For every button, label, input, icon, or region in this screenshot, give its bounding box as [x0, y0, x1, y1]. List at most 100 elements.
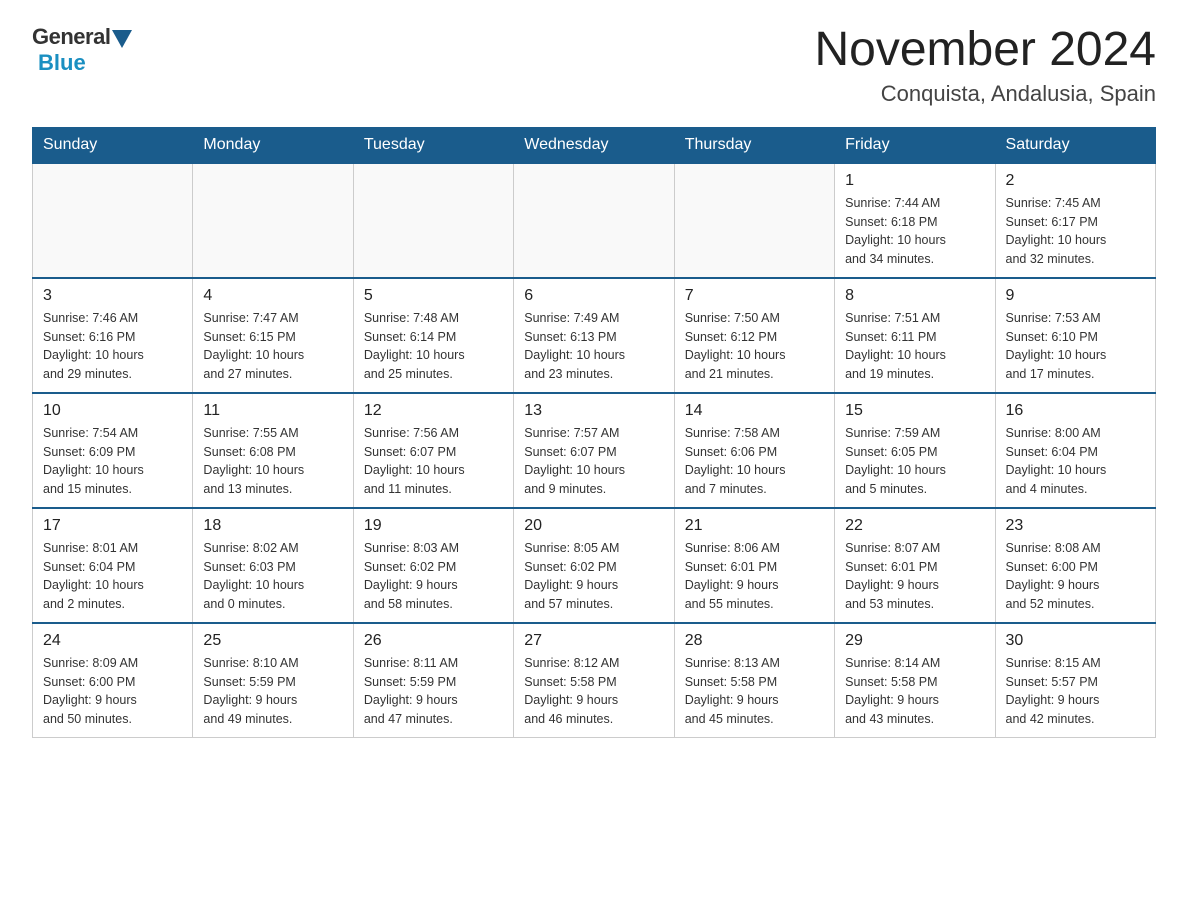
calendar-cell: 16Sunrise: 8:00 AMSunset: 6:04 PMDayligh… — [995, 393, 1155, 508]
calendar-cell: 18 Sunrise: 8:02 AMSunset: 6:03 PMDayligh… — [193, 508, 353, 623]
calendar-cell: 14 Sunrise: 7:58 AMSunset: 6:06 PMDayligh… — [674, 393, 834, 508]
day-number: 26 — [364, 632, 503, 650]
day-info: Sunrise: 7:46 AMSunset: 6:16 PMDaylight:… — [43, 309, 182, 384]
day-number: 13 — [524, 402, 663, 420]
day-info: Sunrise: 7:51 AMSunset: 6:11 PMDaylight:… — [845, 309, 984, 384]
day-info: Sunrise: 7:53 AMSunset: 6:10 PMDaylight:… — [1006, 309, 1145, 384]
week-row-2: 3 Sunrise: 7:46 AMSunset: 6:16 PMDaylight… — [33, 278, 1156, 393]
day-info: Sunrise: 8:01 AMSunset: 6:04 PMDaylight:… — [43, 539, 182, 614]
day-info: Sunrise: 8:05 AMSunset: 6:02 PMDaylight:… — [524, 539, 663, 614]
day-number: 5 — [364, 287, 503, 305]
calendar-cell: 13 Sunrise: 7:57 AMSunset: 6:07 PMDayligh… — [514, 393, 674, 508]
day-number: 22 — [845, 517, 984, 535]
day-number: 15 — [845, 402, 984, 420]
day-info: Sunrise: 7:44 AMSunset: 6:18 PMDaylight:… — [845, 194, 984, 269]
calendar-cell: 6 Sunrise: 7:49 AMSunset: 6:13 PMDaylight… — [514, 278, 674, 393]
day-info: Sunrise: 8:15 AMSunset: 5:57 PMDaylight:… — [1006, 654, 1145, 729]
weekday-header-thursday: Thursday — [674, 127, 834, 163]
week-row-3: 10Sunrise: 7:54 AMSunset: 6:09 PMDayligh… — [33, 393, 1156, 508]
day-info: Sunrise: 7:56 AMSunset: 6:07 PMDaylight:… — [364, 424, 503, 499]
day-info: Sunrise: 7:47 AMSunset: 6:15 PMDaylight:… — [203, 309, 342, 384]
day-number: 18 — [203, 517, 342, 535]
calendar-cell: 1 Sunrise: 7:44 AMSunset: 6:18 PMDaylight… — [835, 163, 995, 278]
day-info: Sunrise: 8:06 AMSunset: 6:01 PMDaylight:… — [685, 539, 824, 614]
weekday-header-monday: Monday — [193, 127, 353, 163]
calendar-table: SundayMondayTuesdayWednesdayThursdayFrid… — [32, 127, 1156, 738]
calendar-cell: 7Sunrise: 7:50 AMSunset: 6:12 PMDaylight… — [674, 278, 834, 393]
weekday-header-friday: Friday — [835, 127, 995, 163]
calendar-cell: 4 Sunrise: 7:47 AMSunset: 6:15 PMDaylight… — [193, 278, 353, 393]
calendar-cell — [353, 163, 513, 278]
day-number: 16 — [1006, 402, 1145, 420]
calendar-cell: 26Sunrise: 8:11 AMSunset: 5:59 PMDayligh… — [353, 623, 513, 738]
week-row-4: 17 Sunrise: 8:01 AMSunset: 6:04 PMDayligh… — [33, 508, 1156, 623]
calendar-cell: 3 Sunrise: 7:46 AMSunset: 6:16 PMDaylight… — [33, 278, 193, 393]
day-number: 30 — [1006, 632, 1145, 650]
day-number: 25 — [203, 632, 342, 650]
calendar-cell: 15 Sunrise: 7:59 AMSunset: 6:05 PMDayligh… — [835, 393, 995, 508]
title-section: November 2024 Conquista, Andalusia, Spai… — [814, 24, 1156, 107]
week-row-1: 1 Sunrise: 7:44 AMSunset: 6:18 PMDaylight… — [33, 163, 1156, 278]
calendar-cell: 28 Sunrise: 8:13 AMSunset: 5:58 PMDayligh… — [674, 623, 834, 738]
day-info: Sunrise: 8:12 AMSunset: 5:58 PMDaylight:… — [524, 654, 663, 729]
weekday-header-wednesday: Wednesday — [514, 127, 674, 163]
day-info: Sunrise: 7:58 AMSunset: 6:06 PMDaylight:… — [685, 424, 824, 499]
calendar-cell: 29 Sunrise: 8:14 AMSunset: 5:58 PMDayligh… — [835, 623, 995, 738]
weekday-header-saturday: Saturday — [995, 127, 1155, 163]
day-info: Sunrise: 7:55 AMSunset: 6:08 PMDaylight:… — [203, 424, 342, 499]
weekday-header-sunday: Sunday — [33, 127, 193, 163]
logo: General Blue — [32, 24, 132, 76]
day-number: 6 — [524, 287, 663, 305]
day-info: Sunrise: 7:57 AMSunset: 6:07 PMDaylight:… — [524, 424, 663, 499]
day-number: 9 — [1006, 287, 1145, 305]
day-info: Sunrise: 8:10 AMSunset: 5:59 PMDaylight:… — [203, 654, 342, 729]
page-header: General Blue November 2024 Conquista, An… — [32, 24, 1156, 107]
week-row-5: 24 Sunrise: 8:09 AMSunset: 6:00 PMDayligh… — [33, 623, 1156, 738]
day-number: 1 — [845, 172, 984, 190]
calendar-cell: 23Sunrise: 8:08 AMSunset: 6:00 PMDayligh… — [995, 508, 1155, 623]
calendar-cell — [33, 163, 193, 278]
calendar-cell: 5Sunrise: 7:48 AMSunset: 6:14 PMDaylight… — [353, 278, 513, 393]
day-number: 19 — [364, 517, 503, 535]
calendar-cell: 20 Sunrise: 8:05 AMSunset: 6:02 PMDayligh… — [514, 508, 674, 623]
day-info: Sunrise: 8:03 AMSunset: 6:02 PMDaylight:… — [364, 539, 503, 614]
day-info: Sunrise: 7:54 AMSunset: 6:09 PMDaylight:… — [43, 424, 182, 499]
calendar-cell: 22Sunrise: 8:07 AMSunset: 6:01 PMDayligh… — [835, 508, 995, 623]
day-info: Sunrise: 8:13 AMSunset: 5:58 PMDaylight:… — [685, 654, 824, 729]
calendar-cell: 24 Sunrise: 8:09 AMSunset: 6:00 PMDayligh… — [33, 623, 193, 738]
day-info: Sunrise: 7:49 AMSunset: 6:13 PMDaylight:… — [524, 309, 663, 384]
weekday-header-row: SundayMondayTuesdayWednesdayThursdayFrid… — [33, 127, 1156, 163]
day-info: Sunrise: 7:45 AMSunset: 6:17 PMDaylight:… — [1006, 194, 1145, 269]
day-number: 4 — [203, 287, 342, 305]
calendar-cell: 2 Sunrise: 7:45 AMSunset: 6:17 PMDaylight… — [995, 163, 1155, 278]
calendar-cell: 11 Sunrise: 7:55 AMSunset: 6:08 PMDayligh… — [193, 393, 353, 508]
weekday-header-tuesday: Tuesday — [353, 127, 513, 163]
calendar-cell: 17 Sunrise: 8:01 AMSunset: 6:04 PMDayligh… — [33, 508, 193, 623]
day-number: 28 — [685, 632, 824, 650]
day-info: Sunrise: 8:09 AMSunset: 6:00 PMDaylight:… — [43, 654, 182, 729]
day-number: 12 — [364, 402, 503, 420]
calendar-cell: 30 Sunrise: 8:15 AMSunset: 5:57 PMDayligh… — [995, 623, 1155, 738]
day-info: Sunrise: 7:50 AMSunset: 6:12 PMDaylight:… — [685, 309, 824, 384]
day-number: 29 — [845, 632, 984, 650]
day-info: Sunrise: 7:59 AMSunset: 6:05 PMDaylight:… — [845, 424, 984, 499]
day-number: 14 — [685, 402, 824, 420]
day-number: 20 — [524, 517, 663, 535]
calendar-cell — [674, 163, 834, 278]
calendar-cell — [514, 163, 674, 278]
day-number: 24 — [43, 632, 182, 650]
day-number: 21 — [685, 517, 824, 535]
calendar-cell: 25 Sunrise: 8:10 AMSunset: 5:59 PMDayligh… — [193, 623, 353, 738]
day-info: Sunrise: 8:14 AMSunset: 5:58 PMDaylight:… — [845, 654, 984, 729]
day-number: 3 — [43, 287, 182, 305]
day-number: 11 — [203, 402, 342, 420]
day-info: Sunrise: 8:02 AMSunset: 6:03 PMDaylight:… — [203, 539, 342, 614]
location-title: Conquista, Andalusia, Spain — [814, 81, 1156, 107]
logo-general-text: General — [32, 24, 110, 50]
day-number: 2 — [1006, 172, 1145, 190]
calendar-cell — [193, 163, 353, 278]
calendar-cell: 8 Sunrise: 7:51 AMSunset: 6:11 PMDaylight… — [835, 278, 995, 393]
day-number: 17 — [43, 517, 182, 535]
day-number: 23 — [1006, 517, 1145, 535]
day-number: 8 — [845, 287, 984, 305]
